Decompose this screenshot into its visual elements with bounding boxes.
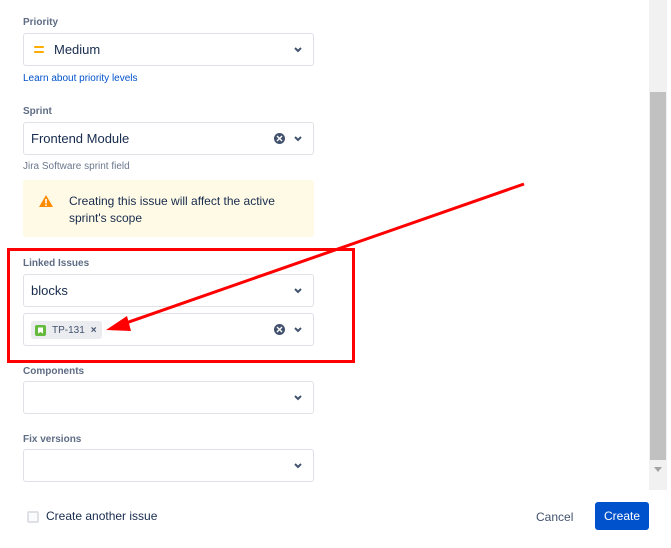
cancel-button[interactable]: Cancel: [530, 503, 579, 531]
dialog-footer: Create another issue Cancel Create: [0, 490, 671, 548]
scrollbar[interactable]: [649, 0, 667, 490]
annotation-arrow: [106, 182, 525, 331]
create-another-label[interactable]: Create another issue: [46, 509, 157, 523]
create-another-checkbox[interactable]: [27, 511, 39, 523]
create-button[interactable]: Create: [595, 502, 649, 530]
scrollbar-thumb[interactable]: [650, 92, 666, 460]
scroll-down-icon[interactable]: [654, 467, 662, 472]
create-issue-dialog: Priority Medium Learn about priority lev…: [0, 0, 671, 548]
